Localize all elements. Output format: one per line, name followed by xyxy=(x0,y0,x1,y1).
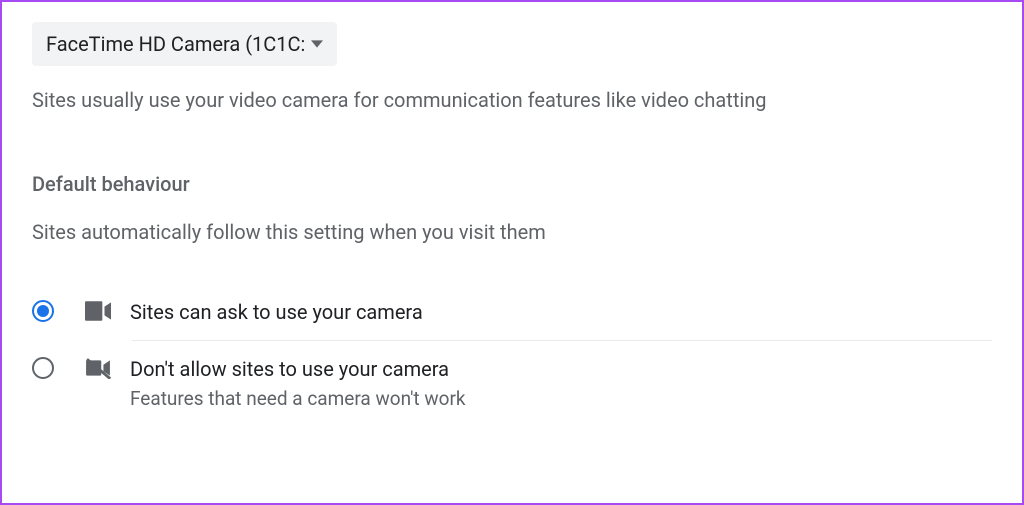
option-allow-ask-title: Sites can ask to use your camera xyxy=(130,298,992,326)
radio-allow-ask[interactable] xyxy=(32,300,54,322)
default-behaviour-subtitle: Sites automatically follow this setting … xyxy=(32,220,992,244)
camera-select-label: FaceTime HD Camera (1C1C: xyxy=(46,32,305,56)
camera-description: Sites usually use your video camera for … xyxy=(32,88,992,112)
option-allow-ask[interactable]: Sites can ask to use your camera xyxy=(32,284,992,340)
camera-off-icon xyxy=(84,357,112,379)
radio-block[interactable] xyxy=(32,357,54,379)
option-block[interactable]: Don't allow sites to use your camera Fea… xyxy=(32,341,992,424)
camera-icon xyxy=(84,300,112,322)
caret-down-icon xyxy=(311,38,323,50)
option-block-subtitle: Features that need a camera won't work xyxy=(130,387,992,410)
camera-select-dropdown[interactable]: FaceTime HD Camera (1C1C: xyxy=(32,22,337,66)
option-block-title: Don't allow sites to use your camera xyxy=(130,355,992,383)
default-behaviour-heading: Default behaviour xyxy=(32,172,992,196)
